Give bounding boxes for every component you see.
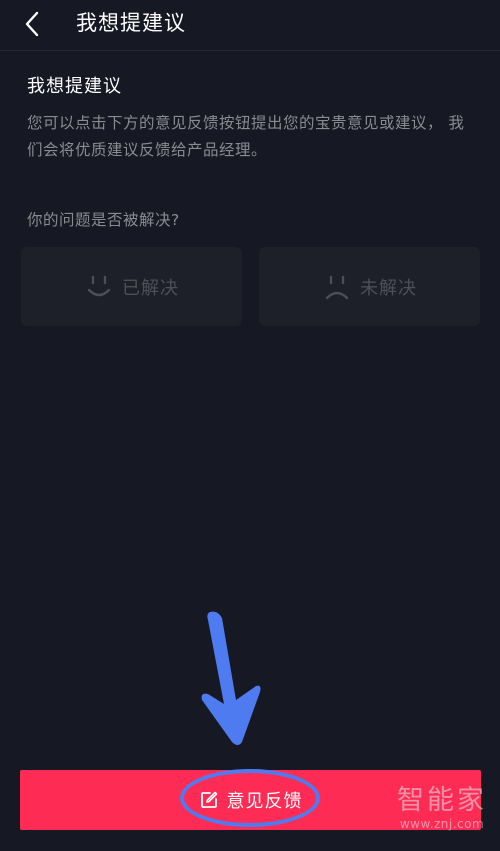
chevron-left-icon <box>25 11 39 37</box>
resolved-label: 已解决 <box>122 277 179 299</box>
sad-face-icon <box>325 275 349 299</box>
page-title: 我想提建议 <box>76 11 186 35</box>
feedback-page: 我想提建议 我想提建议 您可以点击下方的意见反馈按钮提出您的宝贵意见或建议， 我… <box>0 0 500 851</box>
resolved-button[interactable]: 已解决 <box>21 247 242 326</box>
back-button[interactable] <box>14 6 50 42</box>
section-title: 我想提建议 <box>27 76 122 97</box>
edit-icon <box>200 791 217 808</box>
smile-face-icon <box>87 275 111 296</box>
top-bar: 我想提建议 <box>0 0 500 51</box>
feedback-button[interactable]: 意见反馈 <box>20 770 481 830</box>
unresolved-label: 未解决 <box>360 277 417 299</box>
description-text: 您可以点击下方的意见反馈按钮提出您的宝贵意见或建议， 我们会将优质建议反馈给产品… <box>27 114 465 159</box>
unresolved-button[interactable]: 未解决 <box>259 247 480 326</box>
feedback-button-label: 意见反馈 <box>226 791 303 812</box>
resolved-question: 你的问题是否被解决? <box>27 211 180 229</box>
down-arrow-annotation-icon <box>201 611 261 745</box>
